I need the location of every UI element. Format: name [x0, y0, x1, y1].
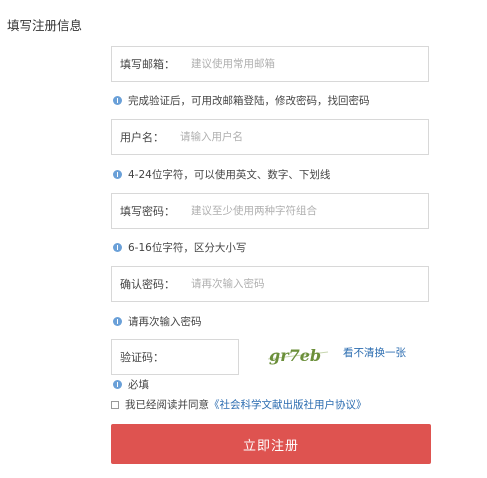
confirm-password-field[interactable]: 确认密码： [111, 266, 429, 302]
page-title: 填写注册信息 [7, 18, 83, 33]
agreement-link[interactable]: 《社会科学文献出版社用户协议》 [209, 397, 367, 412]
captcha-field[interactable]: 验证码： [111, 339, 239, 375]
info-icon [113, 170, 122, 179]
username-field[interactable]: 用户名： [111, 119, 429, 155]
password-label: 填写密码： [120, 205, 175, 218]
captcha-input[interactable] [170, 351, 220, 363]
email-field[interactable]: 填写邮箱： [111, 46, 429, 82]
confirm-password-hint-text: 请再次输入密码 [128, 316, 202, 328]
captcha-label: 验证码： [120, 351, 164, 364]
agreement-checkbox[interactable] [111, 400, 119, 409]
confirm-password-label: 确认密码： [120, 278, 175, 291]
username-input[interactable] [180, 131, 380, 143]
agreement-row: 我已经阅读并同意 《社会科学文献出版社用户协议》 [111, 397, 367, 412]
email-input[interactable] [191, 58, 391, 70]
username-label: 用户名： [120, 131, 164, 144]
captcha-image[interactable]: gr7eb [266, 343, 330, 367]
info-icon [113, 96, 122, 105]
email-hint: 完成验证后，可用改邮箱登陆，修改密码，找回密码 [113, 93, 370, 108]
confirm-password-input[interactable] [191, 278, 391, 290]
captcha-refresh-link[interactable]: 看不清换一张 [343, 345, 406, 360]
captcha-hint: 必填 [113, 377, 149, 392]
password-input[interactable] [191, 205, 391, 217]
password-hint-text: 6-16位字符，区分大小写 [128, 242, 247, 254]
password-field[interactable]: 填写密码： [111, 193, 429, 229]
email-hint-text: 完成验证后，可用改邮箱登陆，修改密码，找回密码 [128, 95, 370, 107]
confirm-password-hint: 请再次输入密码 [113, 314, 202, 329]
registration-page: 填写注册信息 填写邮箱： 完成验证后，可用改邮箱登陆，修改密码，找回密码 用户名… [0, 0, 487, 478]
agreement-text: 我已经阅读并同意 [125, 399, 209, 411]
captcha-hint-text: 必填 [128, 379, 149, 391]
email-label: 填写邮箱： [120, 58, 175, 71]
username-hint-text: 4-24位字符，可以使用英文、数字、下划线 [128, 169, 331, 181]
register-button[interactable]: 立即注册 [111, 424, 431, 464]
password-hint: 6-16位字符，区分大小写 [113, 240, 246, 255]
info-icon [113, 243, 122, 252]
info-icon [113, 317, 122, 326]
info-icon [113, 380, 122, 389]
captcha-text: gr7eb [269, 346, 321, 365]
username-hint: 4-24位字符，可以使用英文、数字、下划线 [113, 167, 330, 182]
